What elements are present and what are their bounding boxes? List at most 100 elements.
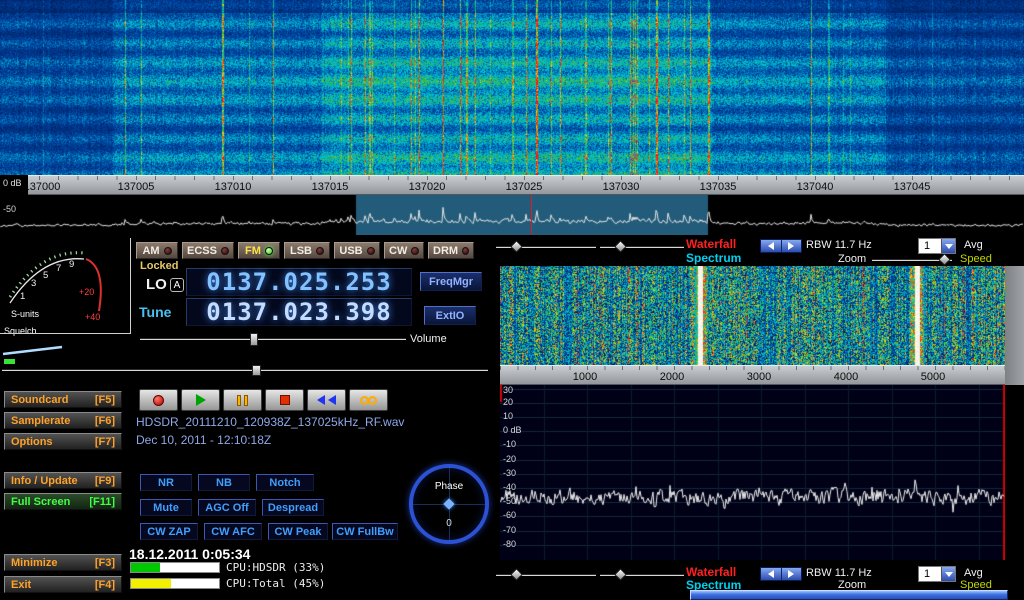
agc-button[interactable]: AGC Off [198, 499, 256, 516]
mode-label: USB [339, 245, 362, 257]
mode-led-icon [164, 247, 172, 255]
pause-button[interactable] [223, 389, 262, 411]
smeter-tick-label: 5 [43, 270, 48, 281]
main-gain-thumb[interactable] [252, 365, 261, 376]
mute-button[interactable]: Mute [140, 499, 192, 516]
speed-spinner-bottom[interactable] [760, 567, 802, 581]
slider-thumb[interactable] [510, 240, 523, 253]
frequency-scale[interactable]: 137000 137005 137010 137015 137020 13702… [0, 175, 1024, 195]
mode-led-icon [316, 247, 324, 255]
waterfall-contrast-slider-bottom[interactable] [600, 570, 684, 580]
db-label: -10 [503, 439, 516, 449]
db-label: -70 [503, 525, 516, 535]
play-button[interactable] [181, 389, 220, 411]
freqmgr-button[interactable]: FreqMgr [420, 272, 482, 291]
s-meter: 1 3 5 7 9 +20 +40 S-units Squelch [0, 237, 130, 367]
spinner-left-arrow-icon[interactable] [761, 240, 782, 252]
zoom-span-bar[interactable] [690, 590, 1008, 600]
rf-waterfall-canvas[interactable] [500, 266, 1005, 365]
avg-select[interactable]: 1 [918, 238, 956, 254]
mode-button-drm[interactable]: DRM [428, 242, 474, 259]
waterfall-tab-bottom[interactable]: Waterfall [686, 566, 736, 578]
rbw-label: RBW 11.7 Hz [806, 239, 872, 251]
slider-thumb[interactable] [938, 253, 951, 266]
phase-label: Phase [413, 481, 485, 492]
freq-scale-label: 137005 [106, 181, 166, 193]
mode-led-icon [367, 247, 375, 255]
spinner-right-arrow-icon[interactable] [782, 568, 802, 580]
spinner-right-arrow-icon[interactable] [782, 240, 802, 252]
smeter-over-label: +40 [85, 312, 100, 322]
sidebar-key: [F3] [95, 557, 115, 569]
loop-button[interactable] [349, 389, 388, 411]
notch-button[interactable]: Notch [256, 474, 314, 491]
slider-thumb[interactable] [614, 568, 627, 581]
avg-select-bottom[interactable]: 1 [918, 566, 956, 582]
slider-groove [600, 574, 684, 576]
cw-peak-button[interactable]: CW Peak [268, 523, 328, 540]
cpu-total-label: CPU:Total (45%) [226, 578, 325, 589]
rbw-label-bottom: RBW 11.7 Hz [806, 567, 872, 579]
extio-button[interactable]: ExtIO [424, 306, 476, 325]
mode-label: ECSS [187, 245, 217, 257]
freq-scale-label: 137040 [785, 181, 845, 193]
volume-slider-thumb[interactable] [250, 333, 258, 346]
sidebar-button-fullscreen[interactable]: Full Screen[F11] [4, 493, 122, 510]
db-label: -60 [503, 510, 516, 520]
cw-fullbw-button[interactable]: CW FullBw [332, 523, 398, 540]
mode-button-usb[interactable]: USB [334, 242, 380, 259]
sidebar-button-options[interactable]: Options[F7] [4, 433, 122, 450]
spinner-left-arrow-icon[interactable] [761, 568, 782, 580]
mode-led-icon [462, 247, 469, 255]
mode-button-am[interactable]: AM [136, 242, 178, 259]
waterfall-brightness-slider-bottom[interactable] [496, 570, 596, 580]
cw-zap-button[interactable]: CW ZAP [140, 523, 198, 540]
sidebar-button-info-update[interactable]: Info / Update[F9] [4, 472, 122, 489]
mode-button-ecss[interactable]: ECSS [182, 242, 234, 259]
waterfall-tab[interactable]: Waterfall [686, 238, 736, 250]
sidebar-button-soundcard[interactable]: Soundcard[F5] [4, 391, 122, 408]
sidebar-key: [F7] [95, 436, 115, 448]
zoom-slider[interactable] [872, 255, 952, 265]
lo-lock-badge[interactable]: A [170, 278, 184, 292]
nb-button[interactable]: NB [198, 474, 250, 491]
main-gain-slider[interactable] [2, 365, 488, 375]
rf-scale-label: 3000 [729, 371, 789, 383]
db-label: -30 [503, 468, 516, 478]
sidebar-label: Samplerate [11, 415, 70, 427]
rf-spectrum-canvas[interactable] [500, 385, 1005, 560]
chevron-down-icon[interactable] [941, 239, 955, 253]
mode-button-lsb[interactable]: LSB [284, 242, 330, 259]
mode-button-fm[interactable]: FM [238, 242, 280, 259]
stop-button[interactable] [265, 389, 304, 411]
db-label: 10 [503, 411, 513, 421]
rewind-button[interactable] [307, 389, 346, 411]
slider-thumb[interactable] [510, 568, 523, 581]
rf-scale-ticks [500, 366, 1005, 370]
slider-thumb[interactable] [614, 240, 627, 253]
spectrum-tab[interactable]: Spectrum [686, 252, 741, 264]
play-icon [196, 394, 206, 406]
rf-frequency-scale[interactable]: 1000 2000 3000 4000 5000 [500, 365, 1005, 385]
sidebar-button-exit[interactable]: Exit[F4] [4, 576, 122, 593]
mode-label: LSB [290, 245, 312, 257]
waterfall-contrast-slider[interactable] [600, 242, 684, 252]
waterfall-brightness-slider[interactable] [496, 242, 596, 252]
despread-button[interactable]: Despread [262, 499, 324, 516]
sidebar-button-minimize[interactable]: Minimize[F3] [4, 554, 122, 571]
main-waterfall-canvas[interactable] [0, 0, 1024, 175]
volume-slider[interactable] [140, 334, 406, 344]
chevron-down-icon[interactable] [941, 567, 955, 581]
cw-afc-button[interactable]: CW AFC [204, 523, 262, 540]
nr-button[interactable]: NR [140, 474, 192, 491]
spectrum-strip-canvas[interactable] [0, 195, 1024, 235]
record-button[interactable] [139, 389, 178, 411]
lo-frequency-display[interactable]: 0137.025.253 [186, 268, 412, 296]
db-label: -50 [503, 496, 516, 506]
rewind-icon [317, 395, 325, 405]
avg-select-value: 1 [919, 567, 941, 581]
sidebar-button-samplerate[interactable]: Samplerate[F6] [4, 412, 122, 429]
tune-frequency-display[interactable]: 0137.023.398 [186, 298, 412, 326]
mode-button-cw[interactable]: CW [384, 242, 424, 259]
speed-spinner[interactable] [760, 239, 802, 253]
